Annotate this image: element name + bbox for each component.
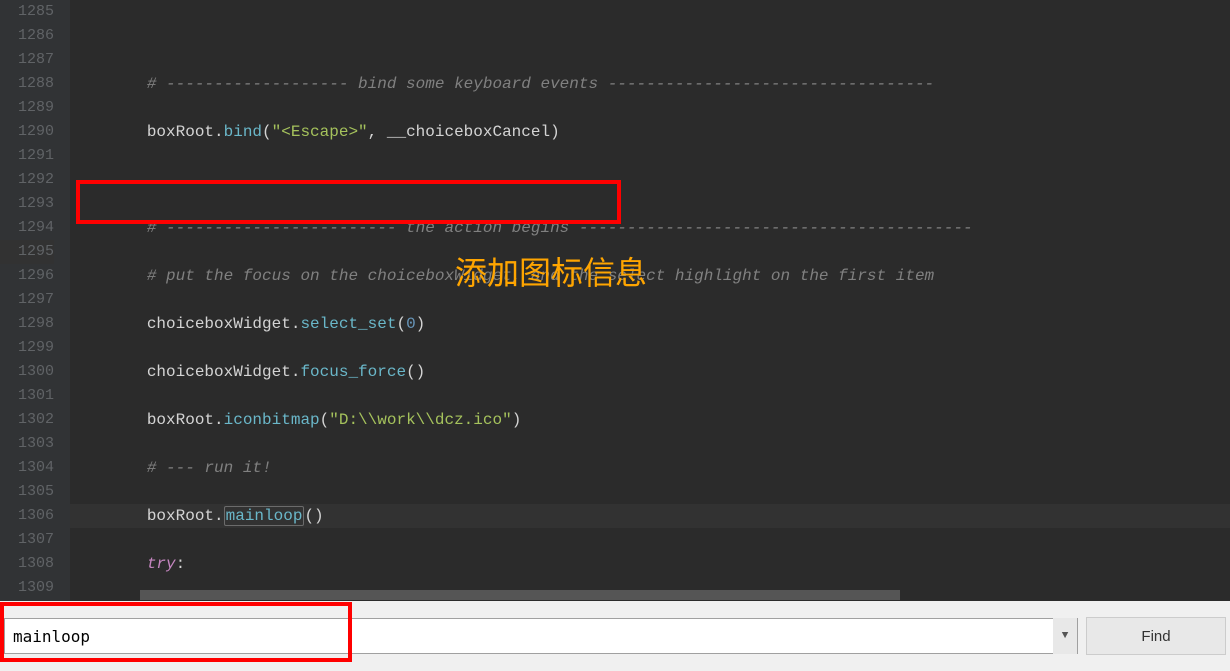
line-number: 1290 xyxy=(0,120,54,144)
find-input[interactable] xyxy=(5,619,1053,653)
code-line[interactable]: boxRoot.bind("<Escape>", __choiceboxCanc… xyxy=(70,120,1230,144)
find-bar: ▼ Find xyxy=(0,601,1230,671)
code-line[interactable]: try: xyxy=(70,552,1230,576)
code-line[interactable]: choiceboxWidget.select_set(0) xyxy=(70,312,1230,336)
find-history-dropdown[interactable]: ▼ xyxy=(1053,618,1077,654)
line-number: 1304 xyxy=(0,456,54,480)
line-number: 1289 xyxy=(0,96,54,120)
line-number: 1298 xyxy=(0,312,54,336)
code-line[interactable]: # ------------------- bind some keyboard… xyxy=(70,72,1230,96)
code-editor[interactable]: 1285 1286 1287 1288 1289 1290 1291 1292 … xyxy=(0,0,1230,601)
line-number: 1291 xyxy=(0,144,54,168)
scrollbar-thumb[interactable] xyxy=(140,590,900,600)
line-number: 1306 xyxy=(0,504,54,528)
chevron-down-icon: ▼ xyxy=(1062,630,1069,642)
code-line[interactable]: # --- run it! xyxy=(70,456,1230,480)
code-line[interactable]: # ------------------------ the action be… xyxy=(70,216,1230,240)
code-line[interactable] xyxy=(70,24,1230,48)
search-match-highlight: mainloop xyxy=(224,506,305,526)
line-number: 1309 xyxy=(0,576,54,600)
line-number: 1295 xyxy=(0,240,54,264)
line-number: 1294 xyxy=(0,216,54,240)
line-number: 1303 xyxy=(0,432,54,456)
line-number: 1301 xyxy=(0,384,54,408)
line-number: 1297 xyxy=(0,288,54,312)
code-line[interactable]: boxRoot.mainloop() xyxy=(70,504,1230,528)
code-line[interactable]: choiceboxWidget.focus_force() xyxy=(70,360,1230,384)
line-number: 1307 xyxy=(0,528,54,552)
code-area[interactable]: # ------------------- bind some keyboard… xyxy=(70,0,1230,601)
horizontal-scrollbar[interactable] xyxy=(140,589,1230,601)
line-number: 1300 xyxy=(0,360,54,384)
line-number: 1299 xyxy=(0,336,54,360)
find-button[interactable]: Find xyxy=(1086,617,1226,655)
line-number: 1292 xyxy=(0,168,54,192)
line-number: 1288 xyxy=(0,72,54,96)
line-number: 1302 xyxy=(0,408,54,432)
line-number-gutter: 1285 1286 1287 1288 1289 1290 1291 1292 … xyxy=(0,0,70,601)
line-number: 1293 xyxy=(0,192,54,216)
line-number: 1287 xyxy=(0,48,54,72)
code-line[interactable]: # put the focus on the choiceboxWidget, … xyxy=(70,264,1230,288)
line-number: 1308 xyxy=(0,552,54,576)
line-number: 1305 xyxy=(0,480,54,504)
line-number: 1296 xyxy=(0,264,54,288)
line-number: 1285 xyxy=(0,0,54,24)
find-input-container[interactable]: ▼ xyxy=(4,618,1078,654)
line-number: 1286 xyxy=(0,24,54,48)
code-line[interactable] xyxy=(70,168,1230,192)
code-line[interactable]: boxRoot.iconbitmap("D:\\work\\dcz.ico") xyxy=(70,408,1230,432)
